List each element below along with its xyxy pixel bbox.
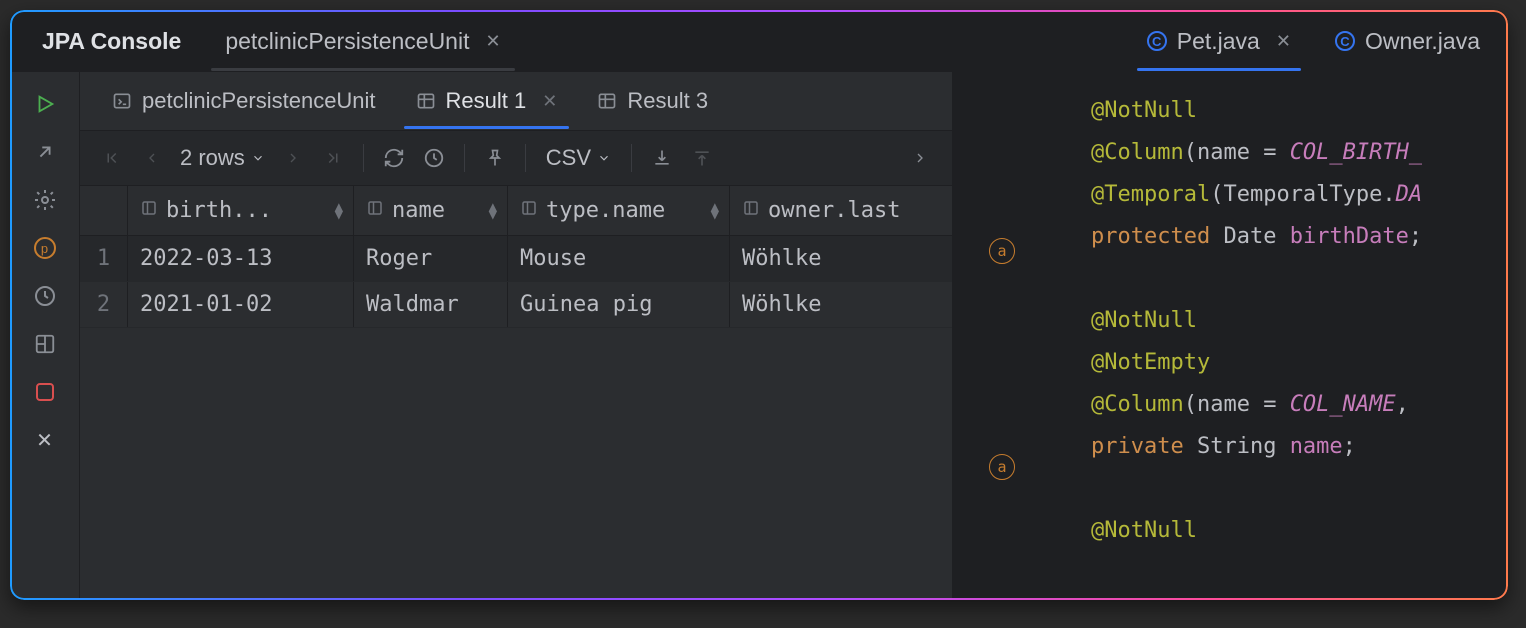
tab-owner-java[interactable]: C Owner.java — [1313, 11, 1502, 71]
tab-label: Pet.java — [1177, 28, 1260, 55]
column-icon — [742, 198, 760, 223]
cell-type[interactable]: Mouse — [508, 236, 730, 281]
java-class-icon: C — [1147, 31, 1167, 51]
sort-icon[interactable]: ▲▼ — [335, 203, 343, 219]
upload-icon[interactable] — [684, 140, 720, 176]
cell-birth[interactable]: 2022-03-13 — [128, 236, 354, 281]
pin-icon[interactable] — [477, 140, 513, 176]
tab-label: JPA Console — [42, 28, 181, 55]
chevron-down-icon — [597, 151, 611, 165]
grid-header: birth... ▲▼ name ▲▼ type.name ▲▼ — [80, 186, 952, 236]
inner-tab-result3[interactable]: Result 3 — [579, 73, 726, 129]
inner-tab-result1[interactable]: Result 1 ✕ — [398, 73, 576, 129]
table-row[interactable]: 22021-01-02WaldmarGuinea pigWöhlke — [80, 282, 952, 328]
table-row[interactable]: 12022-03-13RogerMouseWöhlke — [80, 236, 952, 282]
row-number-column — [80, 186, 128, 235]
results-toolbar: 2 rows CSV — [80, 130, 952, 186]
row-index: 2 — [80, 282, 128, 327]
column-header-owner[interactable]: owner.last — [730, 186, 952, 235]
next-page-icon[interactable] — [275, 140, 311, 176]
row-count-label: 2 rows — [180, 145, 245, 171]
cell-name[interactable]: Waldmar — [354, 282, 508, 327]
code-content[interactable]: @NotNull @Column(name = COL_BIRTH_ @Temp… — [1091, 72, 1422, 600]
annotation-marker-icon[interactable]: a — [989, 238, 1015, 264]
annotation-marker-icon[interactable]: a — [989, 454, 1015, 480]
tab-label: petclinicPersistenceUnit — [225, 28, 469, 55]
tab-label: Owner.java — [1365, 28, 1480, 55]
table-icon — [597, 91, 617, 111]
run-icon[interactable] — [31, 90, 59, 118]
grid-body: 12022-03-13RogerMouseWöhlke22021-01-02Wa… — [80, 236, 952, 328]
profile-icon[interactable]: p — [31, 234, 59, 262]
code-editor[interactable]: a a @NotNull @Column(name = COL_BIRTH_ @… — [953, 72, 1508, 600]
close-panel-icon[interactable]: ✕ — [31, 426, 59, 454]
cell-owner[interactable]: Wöhlke — [730, 282, 952, 327]
column-label: owner.last — [768, 198, 900, 223]
column-header-type[interactable]: type.name ▲▼ — [508, 186, 730, 235]
sort-icon[interactable]: ▲▼ — [711, 203, 719, 219]
stop-icon[interactable] — [31, 378, 59, 406]
download-icon[interactable] — [644, 140, 680, 176]
inner-tab-persistence[interactable]: petclinicPersistenceUnit — [94, 73, 394, 129]
expand-icon[interactable] — [902, 140, 938, 176]
gear-icon[interactable] — [31, 186, 59, 214]
column-label: type.name — [546, 198, 665, 223]
column-label: birth... — [166, 198, 272, 223]
results-grid: birth... ▲▼ name ▲▼ type.name ▲▼ — [80, 186, 952, 328]
cell-name[interactable]: Roger — [354, 236, 508, 281]
close-icon[interactable]: ✕ — [542, 91, 557, 112]
export-format-dropdown[interactable]: CSV — [538, 145, 619, 171]
history-icon[interactable] — [416, 140, 452, 176]
column-label: name — [392, 198, 445, 223]
layout-icon[interactable] — [31, 330, 59, 358]
inner-tab-bar: petclinicPersistenceUnit Result 1 ✕ Resu… — [80, 72, 952, 130]
table-icon — [416, 91, 436, 111]
close-icon[interactable]: ✕ — [485, 31, 500, 52]
row-count-dropdown[interactable]: 2 rows — [174, 145, 271, 171]
inner-tab-label: petclinicPersistenceUnit — [142, 88, 376, 114]
column-header-name[interactable]: name ▲▼ — [354, 186, 508, 235]
cell-birth[interactable]: 2021-01-02 — [128, 282, 354, 327]
cell-owner[interactable]: Wöhlke — [730, 236, 952, 281]
tab-persistence-unit[interactable]: petclinicPersistenceUnit ✕ — [203, 11, 522, 71]
java-class-icon: C — [1335, 31, 1355, 51]
results-panel: petclinicPersistenceUnit Result 1 ✕ Resu… — [80, 72, 953, 600]
editor-gutter: a a — [953, 72, 1091, 600]
format-label: CSV — [546, 145, 591, 171]
close-icon[interactable]: ✕ — [1276, 31, 1291, 52]
console-icon — [112, 91, 132, 111]
column-header-birth[interactable]: birth... ▲▼ — [128, 186, 354, 235]
inner-tab-label: Result 1 — [446, 88, 527, 114]
last-page-icon[interactable] — [315, 140, 351, 176]
sidebar: p ✕ — [10, 72, 80, 600]
open-external-icon[interactable] — [31, 138, 59, 166]
main-row: p ✕ petclinicPersistenceUnit — [10, 72, 1508, 600]
chevron-down-icon — [251, 151, 265, 165]
tab-jpa-console[interactable]: JPA Console — [16, 11, 203, 71]
row-index: 1 — [80, 236, 128, 281]
refresh-icon[interactable] — [376, 140, 412, 176]
inner-tab-label: Result 3 — [627, 88, 708, 114]
first-page-icon[interactable] — [94, 140, 130, 176]
top-tab-bar: JPA Console petclinicPersistenceUnit ✕ C… — [10, 10, 1508, 72]
tab-pet-java[interactable]: C Pet.java ✕ — [1125, 11, 1313, 71]
column-icon — [520, 198, 538, 223]
column-icon — [366, 198, 384, 223]
prev-page-icon[interactable] — [134, 140, 170, 176]
cell-type[interactable]: Guinea pig — [508, 282, 730, 327]
clock-icon[interactable] — [31, 282, 59, 310]
sort-icon[interactable]: ▲▼ — [489, 203, 497, 219]
ide-window: JPA Console petclinicPersistenceUnit ✕ C… — [10, 10, 1508, 600]
column-icon — [140, 198, 158, 223]
